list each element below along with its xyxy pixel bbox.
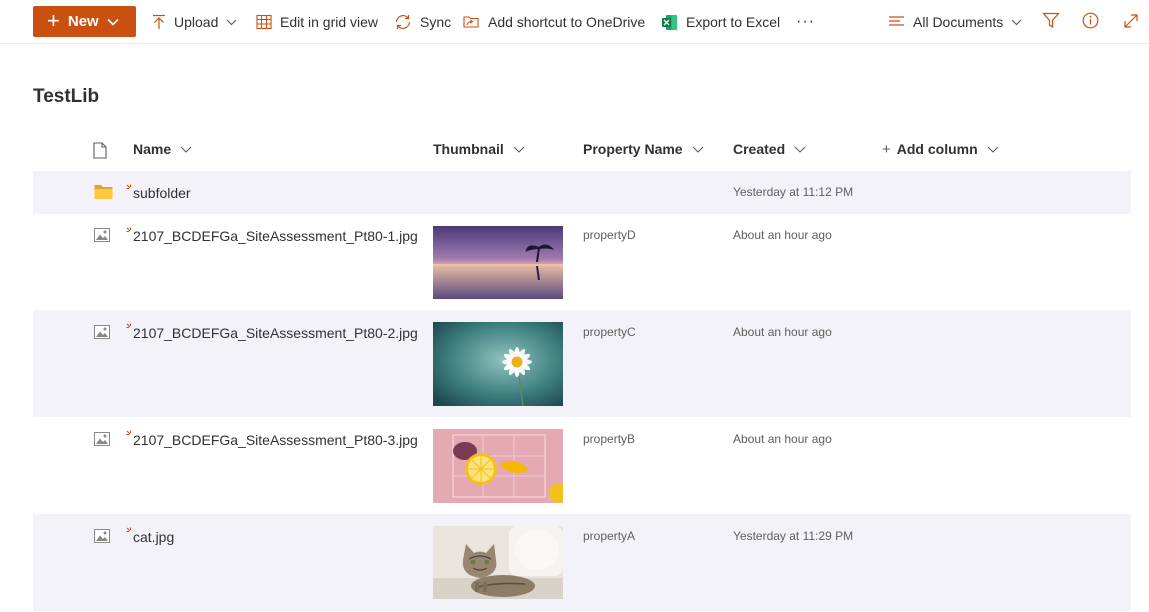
list-item[interactable]: subfolder Yesterday at 11:12 PM [33, 171, 1131, 214]
ellipsis-icon: ··· [796, 13, 815, 30]
view-selector-label: All Documents [913, 14, 1004, 30]
add-column-label: Add column [896, 141, 978, 157]
more-options-button[interactable]: ··· [796, 0, 815, 44]
created-date-cell: About an hour ago [733, 325, 832, 339]
chevron-down-icon [794, 146, 806, 153]
sync-button[interactable]: Sync [394, 0, 451, 44]
new-button-label: New [67, 13, 99, 30]
chevron-down-icon [987, 146, 999, 153]
list-item[interactable]: cat.jpg propertyA Yesterday at 11:29 PM [33, 514, 1131, 611]
expand-icon [1123, 13, 1139, 32]
property-name-cell: propertyC [583, 325, 636, 339]
info-pane-button[interactable] [1082, 0, 1099, 44]
add-column-button[interactable]: + Add column [882, 128, 999, 170]
thumbnail-image[interactable] [433, 322, 563, 406]
property-name-cell: propertyD [583, 228, 636, 242]
property-name-cell: propertyB [583, 432, 636, 446]
chevron-down-icon [107, 18, 119, 26]
library-title: TestLib [33, 86, 100, 107]
created-date-cell: About an hour ago [733, 228, 832, 242]
file-name-link[interactable]: 2107_BCDEFGa_SiteAssessment_Pt80-1.jpg [133, 228, 418, 244]
upload-button[interactable]: Upload [152, 0, 237, 44]
created-date-cell: About an hour ago [733, 432, 832, 446]
thumbnail-image[interactable] [433, 429, 563, 503]
list-item[interactable]: 2107_BCDEFGa_SiteAssessment_Pt80-3.jpg p… [33, 417, 1131, 514]
export-to-excel-button[interactable]: Export to Excel [661, 0, 780, 44]
export-to-excel-label: Export to Excel [686, 14, 781, 30]
grid-icon [256, 14, 272, 30]
column-header-property-label: Property Name [583, 141, 683, 157]
file-name-link[interactable]: cat.jpg [133, 529, 174, 545]
thumbnail-image[interactable] [433, 226, 563, 299]
file-name-link[interactable]: 2107_BCDEFGa_SiteAssessment_Pt80-2.jpg [133, 325, 418, 341]
excel-icon [661, 14, 678, 31]
list-view-icon [888, 15, 905, 29]
column-header-created-label: Created [733, 141, 786, 157]
view-selector[interactable]: All Documents [888, 0, 1022, 44]
list-item[interactable]: 2107_BCDEFGa_SiteAssessment_Pt80-1.jpg p… [33, 214, 1131, 310]
column-header-thumbnail[interactable]: Thumbnail [433, 128, 525, 170]
image-file-icon [94, 325, 110, 344]
column-header-name[interactable]: Name [133, 128, 192, 170]
list-item[interactable]: 2107_BCDEFGa_SiteAssessment_Pt80-2.jpg p… [33, 310, 1131, 417]
chevron-down-icon [692, 146, 704, 153]
image-file-icon [94, 529, 110, 548]
file-name-link[interactable]: 2107_BCDEFGa_SiteAssessment_Pt80-3.jpg [133, 432, 418, 448]
chevron-down-icon [226, 19, 237, 26]
image-file-icon [94, 228, 110, 247]
add-shortcut-onedrive-button[interactable]: Add shortcut to OneDrive [462, 0, 645, 44]
info-icon [1082, 12, 1099, 32]
plus-icon: + [47, 7, 60, 33]
created-date-cell: Yesterday at 11:29 PM [733, 529, 854, 543]
property-name-cell: propertyA [583, 529, 636, 543]
created-date-cell: Yesterday at 11:12 PM [733, 185, 854, 199]
sync-icon [394, 14, 412, 30]
chevron-down-icon [180, 146, 192, 153]
column-header-thumbnail-label: Thumbnail [433, 141, 504, 157]
file-type-header-icon[interactable] [93, 142, 107, 164]
edit-grid-view-label: Edit in grid view [280, 14, 379, 30]
column-header-created[interactable]: Created [733, 128, 806, 170]
thumbnail-image[interactable] [433, 526, 563, 599]
full-screen-button[interactable] [1123, 0, 1139, 44]
upload-label: Upload [174, 14, 219, 30]
column-header-name-label: Name [133, 141, 172, 157]
column-header-property-name[interactable]: Property Name [583, 128, 704, 170]
add-shortcut-label: Add shortcut to OneDrive [488, 14, 646, 30]
command-bar: + New Upload Edit in grid view Sync Add … [0, 0, 1149, 44]
sync-label: Sync [420, 14, 452, 30]
onedrive-shortcut-icon [462, 14, 480, 30]
image-file-icon [94, 432, 110, 451]
edit-grid-view-button[interactable]: Edit in grid view [256, 0, 378, 44]
new-button[interactable]: + New [33, 6, 136, 37]
upload-arrow-icon [152, 14, 166, 30]
chevron-down-icon [1011, 19, 1022, 26]
folder-icon [94, 184, 113, 205]
file-name-link[interactable]: subfolder [133, 185, 191, 201]
filter-button[interactable] [1042, 0, 1060, 44]
filter-icon [1042, 12, 1060, 32]
chevron-down-icon [513, 146, 525, 153]
plus-icon: + [882, 140, 891, 158]
